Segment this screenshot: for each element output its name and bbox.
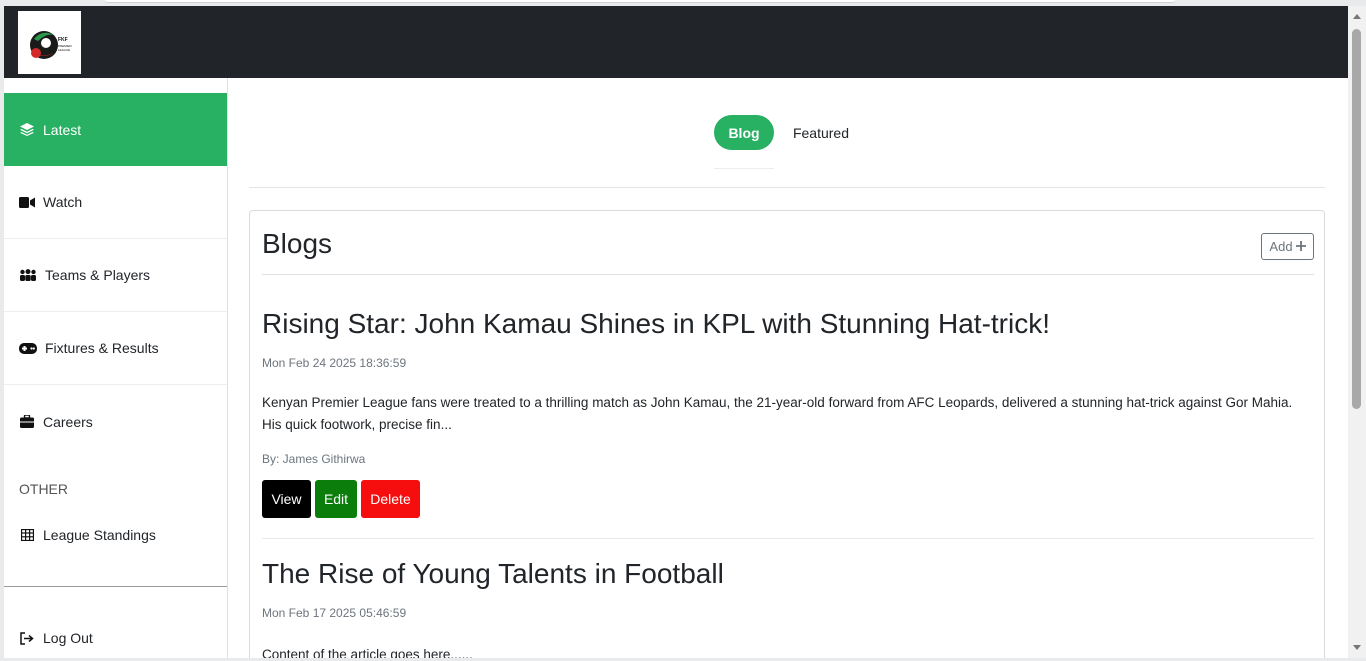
sidebar-heading-other: OTHER [19, 481, 68, 497]
browser-top-edge [105, 0, 1175, 3]
sidebar-item-label: Fixtures & Results [45, 340, 159, 356]
logout-icon [19, 631, 35, 645]
tabs-divider [249, 187, 1325, 188]
sidebar-item-league-standings[interactable]: League Standings [4, 499, 227, 571]
people-icon [19, 268, 37, 282]
svg-text:LEAGUE: LEAGUE [58, 48, 70, 52]
sidebar-item-label: Watch [43, 194, 83, 210]
blog-post-title[interactable]: The Rise of Young Talents in Football [262, 558, 724, 590]
blog-post: Rising Star: John Kamau Shines in KPL wi… [262, 308, 1314, 523]
layers-icon [19, 123, 35, 137]
sidebar-item-label: Careers [43, 413, 93, 430]
card-divider [262, 274, 1314, 275]
sidebar-item-label: League Standings [43, 527, 156, 543]
logout-label: Log Out [43, 630, 93, 646]
blog-post-date: Mon Feb 24 2025 18:36:59 [262, 356, 407, 370]
add-blog-button[interactable]: Add [1261, 233, 1314, 260]
svg-text:FKF: FKF [58, 37, 68, 43]
main-content: Blog Featured Blogs Add Rising Star: Joh… [228, 78, 1348, 658]
sidebar-item-label: Latest [43, 121, 82, 138]
blog-post: The Rise of Young Talents in Football Mo… [262, 558, 1314, 658]
sidebar-item-fixtures-results[interactable]: Fixtures & Results [4, 312, 227, 385]
blog-post-date: Mon Feb 17 2025 05:46:59 [262, 606, 407, 620]
edit-button[interactable]: Edit [315, 480, 357, 518]
gamepad-icon [19, 341, 37, 355]
tab-underline [714, 168, 774, 169]
page-scrollbar[interactable] [1348, 6, 1366, 658]
scroll-down-icon[interactable] [1353, 645, 1361, 650]
logo[interactable]: FKF PREMIER LEAGUE [18, 11, 81, 74]
blog-post-excerpt: Content of the article goes here...... [262, 647, 473, 658]
logout-button[interactable]: Log Out [4, 602, 227, 658]
blog-post-title[interactable]: Rising Star: John Kamau Shines in KPL wi… [262, 308, 1050, 340]
sidebar-item-teams-players[interactable]: Teams & Players [4, 239, 227, 312]
video-icon [19, 195, 35, 209]
plus-icon [1295, 239, 1306, 254]
page-title: Blogs [262, 228, 333, 259]
fkf-logo-icon: FKF PREMIER LEAGUE [29, 30, 72, 59]
blog-post-excerpt: Kenyan Premier League fans were treated … [262, 395, 1293, 432]
sidebar: Latest Watch Teams & Players Fixtures & … [4, 78, 228, 658]
sidebar-item-label: Teams & Players [45, 267, 151, 283]
app-viewport: FKF PREMIER LEAGUE Latest Watch Teams & … [4, 6, 1348, 658]
table-icon [19, 528, 35, 542]
sidebar-divider [4, 586, 227, 587]
top-navbar: FKF PREMIER LEAGUE [4, 6, 1348, 78]
view-button[interactable]: View [262, 480, 311, 518]
post-divider [262, 538, 1314, 539]
scrollbar-thumb[interactable] [1352, 29, 1361, 409]
sidebar-item-latest[interactable]: Latest [4, 93, 227, 166]
tab-featured[interactable]: Featured [776, 115, 866, 150]
tab-blog[interactable]: Blog [714, 115, 774, 150]
sidebar-item-careers[interactable]: Careers [4, 385, 227, 458]
blog-post-author: By: James Githirwa [262, 452, 366, 466]
blogs-card: Blogs Add Rising Star: John Kamau Shines… [249, 210, 1325, 658]
delete-button[interactable]: Delete [361, 480, 420, 518]
add-label: Add [1269, 239, 1293, 254]
scroll-up-icon[interactable] [1353, 14, 1361, 19]
briefcase-icon [19, 415, 35, 429]
sidebar-item-watch[interactable]: Watch [4, 166, 227, 239]
